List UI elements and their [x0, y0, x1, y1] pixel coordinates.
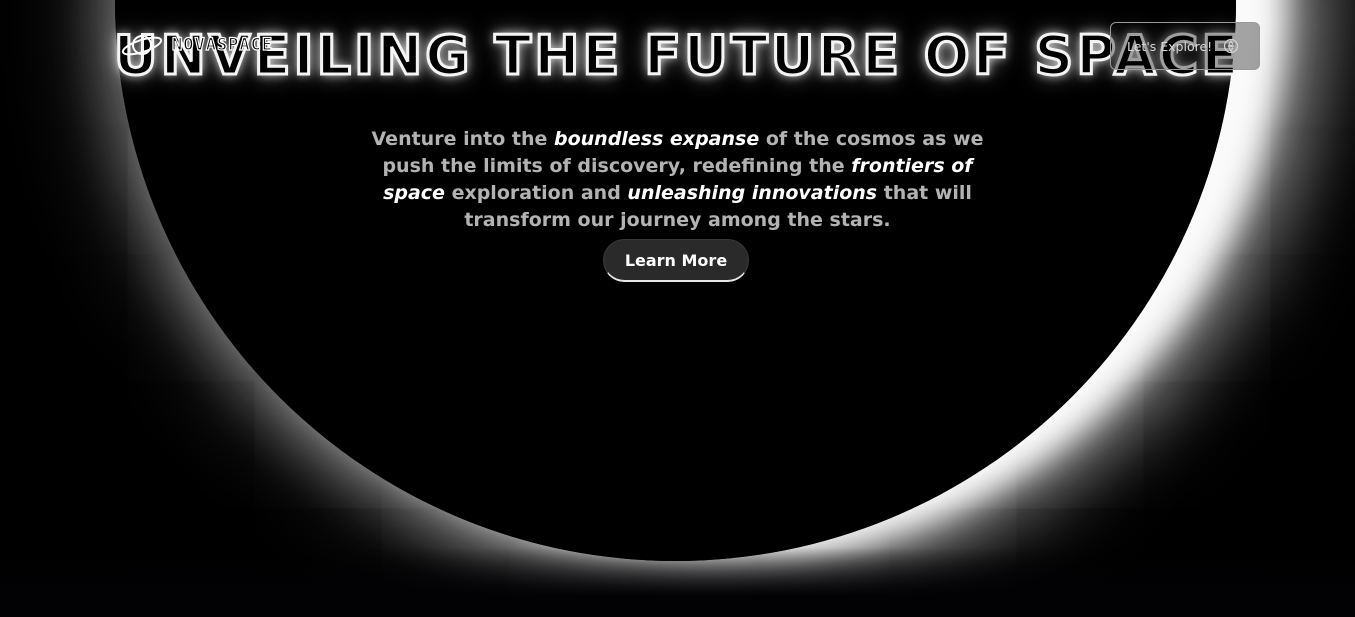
learn-more-button[interactable]: Learn More: [603, 239, 749, 282]
desc-emphasis-3: unleashing innovations: [627, 182, 878, 204]
logo[interactable]: NOVASPACE: [120, 30, 273, 60]
navbar: NOVASPACE Let's Explore!: [0, 0, 1355, 92]
page: UNVEILING THE FUTURE OF SPACE NOVASPACE …: [0, 0, 1355, 617]
desc-part-3: exploration and: [444, 182, 628, 204]
explore-button[interactable]: Let's Explore!: [1110, 22, 1260, 70]
rocket-icon: [1223, 38, 1239, 54]
brand-name: NOVASPACE: [171, 34, 274, 55]
explore-button-label: Let's Explore!: [1127, 38, 1213, 54]
bottom-fade: [0, 547, 1355, 617]
planet-ring-icon: [121, 35, 163, 56]
desc-emphasis-1: boundless expanse: [553, 128, 760, 150]
desc-part-1: Venture into the: [371, 128, 554, 150]
hero-description: Venture into the boundless expanse of th…: [370, 126, 985, 234]
